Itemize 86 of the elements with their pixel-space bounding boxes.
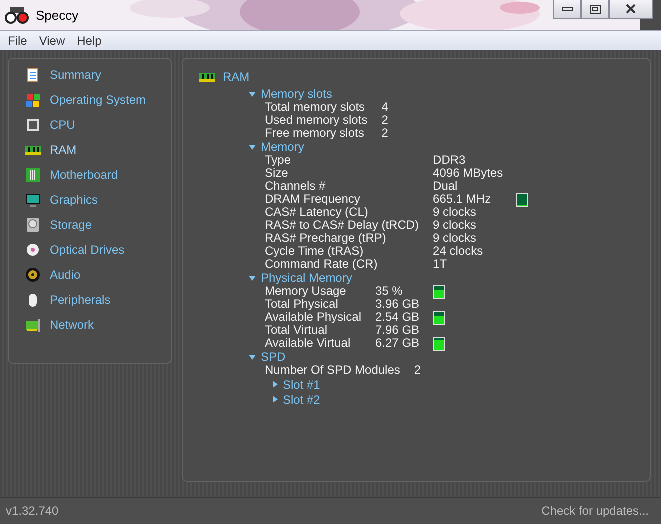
windows-logo-icon xyxy=(25,92,41,108)
group-title[interactable]: Memory xyxy=(261,140,304,154)
property-label: Number Of SPD Modules xyxy=(265,364,400,377)
maximize-button[interactable] xyxy=(581,0,609,19)
sidebar-item[interactable]: Motherboard xyxy=(25,166,171,184)
property-value: 9 clocks xyxy=(433,219,478,232)
property-label: Memory Usage xyxy=(265,285,346,298)
level-meter xyxy=(434,286,444,298)
sidebar-item[interactable]: Peripherals xyxy=(25,291,171,309)
close-button[interactable] xyxy=(609,0,653,19)
property-value: 9 clocks xyxy=(433,232,478,245)
maximize-icon xyxy=(590,4,600,14)
property-label: RAS# to CAS# Delay (tRCD) xyxy=(265,219,420,232)
property-label: Type xyxy=(265,154,292,167)
close-icon xyxy=(626,4,636,14)
property-label: CAS# Latency (CL) xyxy=(265,206,370,219)
property-value: 35 % xyxy=(376,285,404,298)
property-value: Dual xyxy=(433,180,459,193)
property-label: Available Physical xyxy=(265,311,362,324)
minimize-icon xyxy=(562,7,572,11)
tree-item[interactable]: Slot #2 xyxy=(283,392,320,406)
circuit-board-icon xyxy=(25,167,41,183)
disc-icon xyxy=(25,242,41,258)
sidebar-item[interactable]: CPU xyxy=(25,116,171,134)
speaker-icon xyxy=(25,267,41,283)
sidebar-item[interactable]: Optical Drives xyxy=(25,241,171,259)
level-meter xyxy=(434,312,444,324)
property-label: Used memory slots xyxy=(265,114,368,127)
level-meter xyxy=(434,338,444,350)
property-value: 3.96 GB xyxy=(376,298,420,311)
collapse-arrow-icon[interactable] xyxy=(249,354,256,360)
glasses-logo-icon xyxy=(4,5,30,25)
property-label: Total Virtual xyxy=(265,324,328,337)
collapse-arrow-icon[interactable] xyxy=(249,276,256,280)
group-title[interactable]: SPD xyxy=(261,350,286,364)
property-value: 1T xyxy=(433,258,448,271)
property-value: 9 clocks xyxy=(433,206,478,219)
property-value: 4 xyxy=(382,101,388,114)
hard-drive-icon xyxy=(25,217,41,233)
tree-item[interactable]: Slot #1 xyxy=(283,378,320,392)
chip-icon xyxy=(25,117,41,133)
property-value: 665.1 MHz xyxy=(433,193,492,206)
property-label: Total Physical xyxy=(265,298,338,311)
property-label: Channels # xyxy=(265,180,327,193)
property-value: 2.54 GB xyxy=(376,311,420,324)
level-meter xyxy=(517,194,528,206)
network-card-icon xyxy=(25,317,41,333)
menu-item[interactable]: View xyxy=(33,34,72,48)
property-label: Free memory slots xyxy=(265,127,366,140)
expand-arrow-icon[interactable] xyxy=(273,381,278,388)
property-value: 4096 MBytes xyxy=(433,167,504,180)
property-value: 7.96 GB xyxy=(376,324,420,337)
property-value: 2 xyxy=(382,114,388,127)
property-value: 2 xyxy=(382,127,388,140)
collapse-arrow-icon[interactable] xyxy=(249,144,256,150)
collapse-arrow-icon[interactable] xyxy=(249,92,256,96)
menu-item[interactable]: Help xyxy=(71,34,108,48)
property-value: 2 xyxy=(414,364,422,377)
group-title[interactable]: Physical Memory xyxy=(261,271,352,285)
property-label: Available Virtual xyxy=(265,337,352,350)
expand-arrow-icon[interactable] xyxy=(273,396,278,403)
sidebar-item[interactable]: Operating System xyxy=(25,91,171,109)
update-link[interactable]: Check for updates... xyxy=(542,504,649,518)
version-label: v1.32.740 xyxy=(6,504,59,518)
property-label: RAS# Precharge (tRP) xyxy=(265,232,386,245)
sidebar-item[interactable]: Storage xyxy=(25,216,171,234)
minimize-button[interactable] xyxy=(553,0,581,19)
property-label: Total memory slots xyxy=(265,101,366,114)
sidebar-item[interactable]: Summary xyxy=(25,66,171,84)
group-title[interactable]: Memory slots xyxy=(261,87,332,101)
sidebar-item[interactable]: Graphics xyxy=(25,191,171,209)
sidebar-item[interactable]: Audio xyxy=(25,266,171,284)
monitor-icon xyxy=(25,192,41,208)
property-label: Command Rate (CR) xyxy=(265,258,379,271)
menu-item[interactable]: File xyxy=(2,34,34,48)
window-title: Speccy xyxy=(36,8,79,22)
property-value: 24 clocks xyxy=(433,245,484,258)
property-value: 6.27 GB xyxy=(376,337,420,350)
property-label: Size xyxy=(265,167,288,180)
clipboard-icon xyxy=(25,67,41,83)
sidebar-item[interactable]: Network xyxy=(25,316,171,334)
property-label: DRAM Frequency xyxy=(265,193,362,206)
property-value: DDR3 xyxy=(433,154,467,167)
property-label: Cycle Time (tRAS) xyxy=(265,245,364,258)
sidebar-item[interactable]: RAM xyxy=(25,141,171,159)
section-heading: RAM xyxy=(223,70,250,84)
